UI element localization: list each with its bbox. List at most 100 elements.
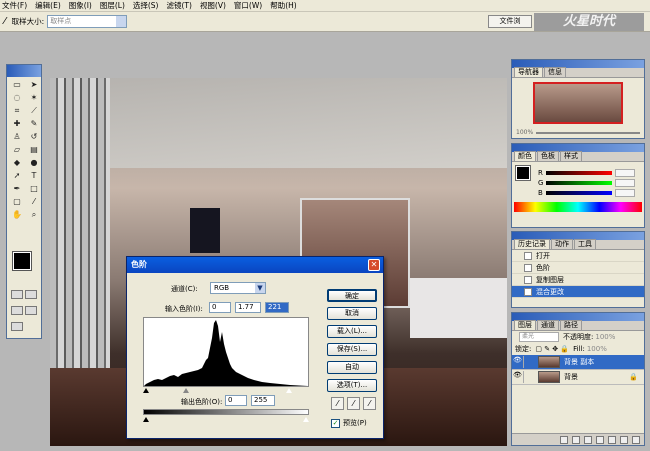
channel-b-slider[interactable] <box>545 191 612 195</box>
history-item[interactable]: 复制图层 <box>512 274 644 286</box>
file-browser-button[interactable]: 文件浏 <box>488 15 532 28</box>
healing-brush-tool-icon[interactable]: ✚ <box>9 118 25 130</box>
input-black-field[interactable]: 0 <box>209 302 231 313</box>
tab-navigator[interactable]: 导航器 <box>514 67 543 77</box>
layer-mask-icon[interactable] <box>584 435 592 444</box>
color-panel-foreground-swatch[interactable] <box>515 165 531 181</box>
adjustment-layer-icon[interactable] <box>608 435 616 444</box>
quick-mask-icon[interactable] <box>25 290 37 299</box>
navigator-thumbnail[interactable] <box>533 82 623 124</box>
path-select-tool-icon[interactable]: ➚ <box>9 170 25 182</box>
pen-tool-icon[interactable]: ✒ <box>9 183 25 195</box>
toolbox-header[interactable] <box>7 65 41 77</box>
white-eyedropper-icon[interactable]: ⁄ <box>363 397 376 410</box>
lock-icons[interactable]: ▢ ✎ ✥ 🔒 <box>535 345 569 353</box>
menu-help[interactable]: 帮助(H) <box>270 0 297 11</box>
move-tool-icon[interactable]: ➤ <box>26 79 42 91</box>
auto-button[interactable]: 自动 <box>327 361 377 374</box>
layer-row[interactable]: 👁 背景 副本 <box>512 355 644 370</box>
eye-icon[interactable]: 👁 <box>512 356 524 368</box>
menu-filter[interactable]: 滤镜(T) <box>167 0 192 11</box>
tab-swatches[interactable]: 色板 <box>537 151 559 161</box>
menu-file[interactable]: 文件(F) <box>2 0 27 11</box>
eye-icon[interactable]: 👁 <box>512 371 524 383</box>
stamp-tool-icon[interactable]: ♙ <box>9 131 25 143</box>
eraser-tool-icon[interactable]: ▱ <box>9 144 25 156</box>
gradient-tool-icon[interactable]: ▤ <box>26 144 42 156</box>
history-item-selected[interactable]: 混合更改 <box>512 286 644 298</box>
notes-tool-icon[interactable]: ▢ <box>9 196 25 208</box>
input-gamma-slider[interactable] <box>183 388 189 393</box>
channel-select[interactable]: RGB ▼ <box>210 282 266 294</box>
history-item[interactable]: 打开 <box>512 250 644 262</box>
hand-tool-icon[interactable]: ✋ <box>9 209 25 221</box>
opacity-value[interactable]: 100% <box>595 333 615 341</box>
channel-g-field[interactable] <box>615 179 636 187</box>
output-white-field[interactable]: 255 <box>251 395 275 406</box>
cancel-button[interactable]: 取消 <box>327 307 377 320</box>
tab-styles[interactable]: 样式 <box>560 151 582 161</box>
input-white-field[interactable]: 221 <box>265 302 289 313</box>
output-black-field[interactable]: 0 <box>225 395 247 406</box>
close-icon[interactable]: ✕ <box>368 259 380 271</box>
output-black-slider[interactable] <box>143 417 149 422</box>
tab-info[interactable]: 信息 <box>544 67 566 77</box>
load-button[interactable]: 载入(L)... <box>327 325 377 338</box>
channel-r-slider[interactable] <box>545 171 612 175</box>
screen-mode-standard-icon[interactable] <box>11 306 23 315</box>
foreground-color-swatch[interactable] <box>12 251 32 271</box>
gray-eyedropper-icon[interactable]: ⁄ <box>347 397 360 410</box>
marquee-tool-icon[interactable]: ▭ <box>9 79 25 91</box>
magic-wand-tool-icon[interactable]: ✶ <box>26 92 42 104</box>
output-white-slider[interactable] <box>303 417 309 422</box>
new-layer-icon[interactable] <box>620 435 628 444</box>
tab-color[interactable]: 颜色 <box>514 151 536 161</box>
tab-channels[interactable]: 通道 <box>537 320 559 330</box>
blur-tool-icon[interactable]: ◆ <box>9 157 25 169</box>
input-black-slider[interactable] <box>143 388 149 393</box>
eyedropper-tool-icon[interactable]: ⁄ <box>26 196 42 208</box>
history-item[interactable]: 色阶 <box>512 262 644 274</box>
color-spectrum[interactable] <box>514 202 642 212</box>
tab-paths[interactable]: 路径 <box>560 320 582 330</box>
dodge-tool-icon[interactable]: ● <box>26 157 42 169</box>
sample-size-select[interactable]: 取样点 <box>47 15 128 28</box>
link-layers-icon[interactable] <box>560 435 568 444</box>
standard-mode-icon[interactable] <box>11 290 23 299</box>
options-button[interactable]: 选项(T)... <box>327 379 377 392</box>
slice-tool-icon[interactable]: ⟋ <box>26 105 42 117</box>
black-eyedropper-icon[interactable]: ⁄ <box>331 397 344 410</box>
menu-window[interactable]: 窗口(W) <box>234 0 262 11</box>
crop-tool-icon[interactable]: ⌗ <box>9 105 25 117</box>
jump-to-imageready-icon[interactable] <box>11 322 23 331</box>
channel-g-slider[interactable] <box>546 181 613 185</box>
channel-b-field[interactable] <box>614 189 635 197</box>
eyedropper-tool-icon[interactable]: ⁄ <box>4 16 6 27</box>
tab-tools[interactable]: 工具 <box>574 239 596 249</box>
menu-layer[interactable]: 图层(L) <box>100 0 125 11</box>
blend-mode-select[interactable]: 柔光 <box>519 332 559 342</box>
channel-r-field[interactable] <box>614 169 635 177</box>
zoom-tool-icon[interactable]: ⌕ <box>26 209 42 221</box>
preview-checkbox[interactable]: ✓ 预览(P) <box>331 418 367 428</box>
tab-history[interactable]: 历史记录 <box>514 239 550 249</box>
fill-value[interactable]: 100% <box>587 345 607 353</box>
menu-image[interactable]: 图象(I) <box>69 0 92 11</box>
input-gamma-field[interactable]: 1.77 <box>235 302 261 313</box>
tab-actions[interactable]: 动作 <box>551 239 573 249</box>
history-brush-tool-icon[interactable]: ↺ <box>26 131 42 143</box>
text-tool-icon[interactable]: T <box>26 170 42 182</box>
menu-edit[interactable]: 编辑(E) <box>35 0 61 11</box>
screen-mode-full-icon[interactable] <box>25 306 37 315</box>
levels-dialog-title[interactable]: 色阶 <box>127 257 383 273</box>
zoom-slider[interactable] <box>536 131 640 134</box>
input-white-slider[interactable] <box>286 388 292 393</box>
shape-tool-icon[interactable]: □ <box>26 183 42 195</box>
lasso-tool-icon[interactable]: ◌ <box>9 92 25 104</box>
menu-select[interactable]: 选择(S) <box>133 0 159 11</box>
menu-view[interactable]: 视图(V) <box>200 0 226 11</box>
brush-tool-icon[interactable]: ✎ <box>26 118 42 130</box>
trash-icon[interactable] <box>632 435 640 444</box>
ok-button[interactable]: 确定 <box>327 289 377 302</box>
save-button[interactable]: 保存(S)... <box>327 343 377 356</box>
